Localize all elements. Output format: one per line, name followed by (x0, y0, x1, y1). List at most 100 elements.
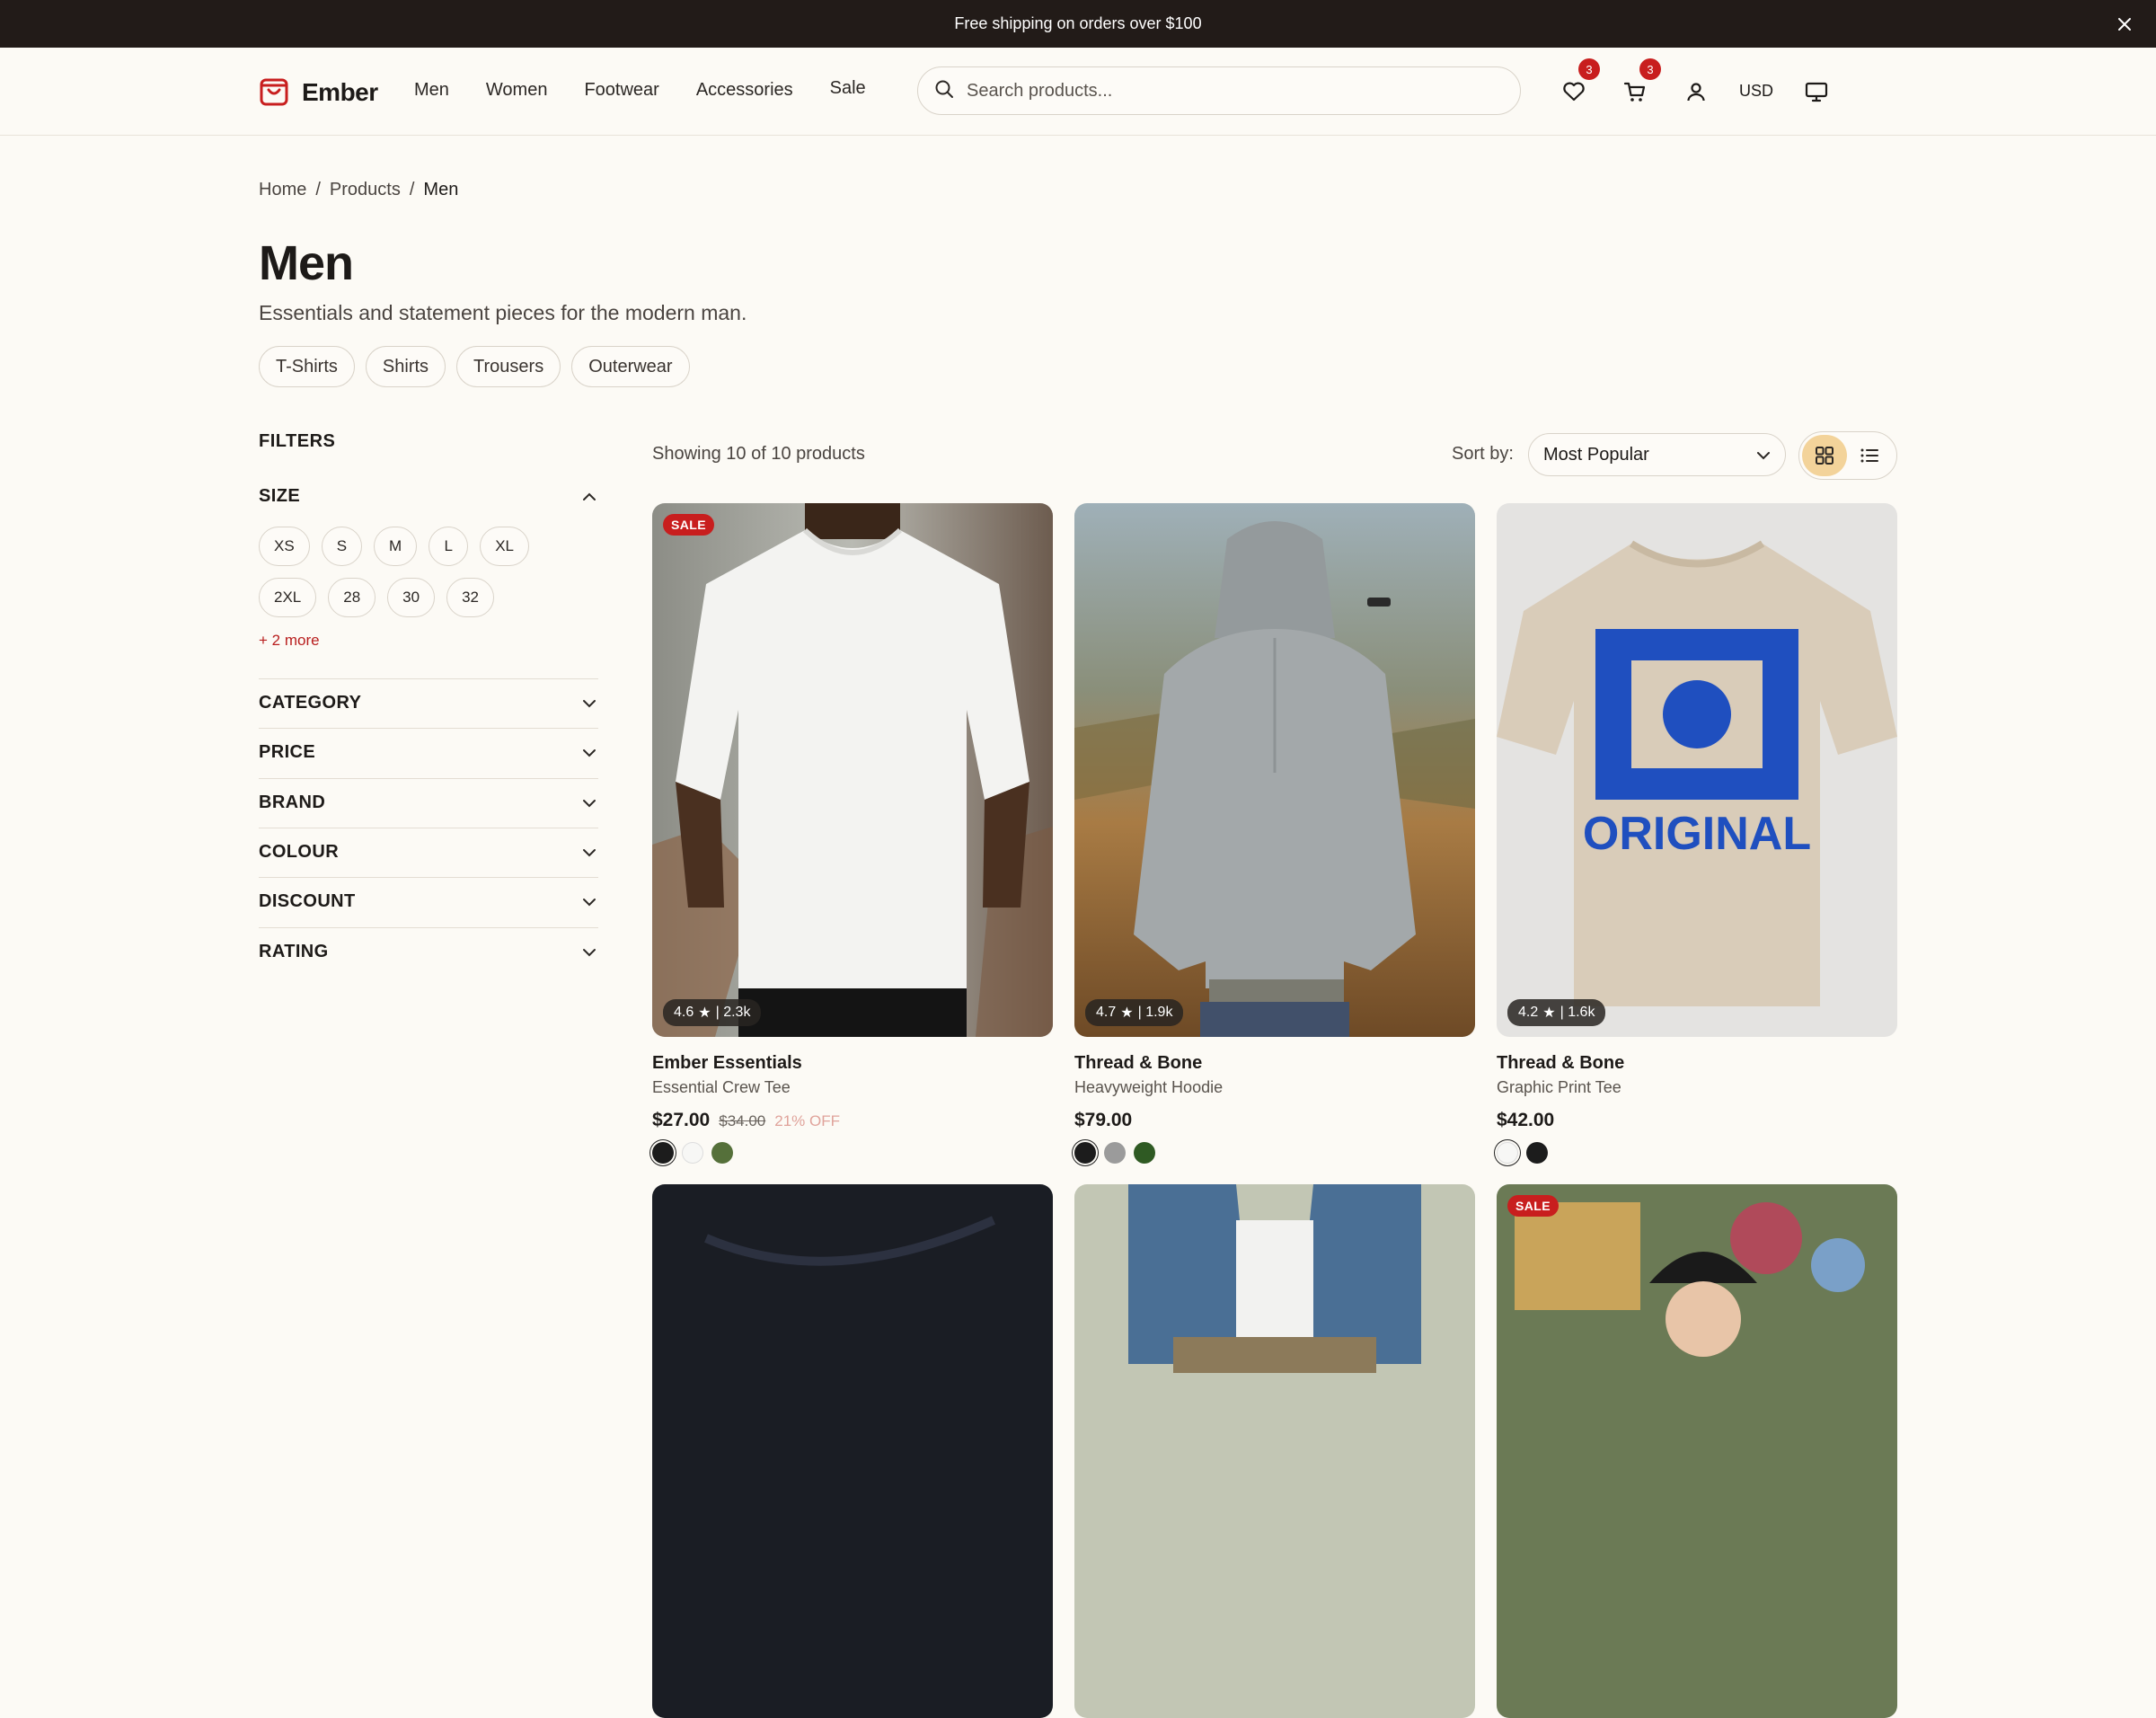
color-swatch[interactable] (711, 1142, 733, 1164)
product-image[interactable]: 4.7 ★ | 1.9k (1074, 503, 1475, 1037)
sort-label: Sort by: (1452, 444, 1514, 464)
filter-brand-label: BRAND (259, 793, 326, 812)
breadcrumb-separator: / (315, 180, 321, 199)
size-option[interactable]: 28 (328, 578, 376, 617)
wishlist-count-badge: 3 (1578, 58, 1600, 80)
list-view-button[interactable] (1847, 435, 1892, 476)
product-image[interactable]: SALE 4.6 ★ | 2.3k (652, 503, 1053, 1037)
rating-badge: 4.6 ★ | 2.3k (663, 999, 762, 1026)
chevron-down-icon (580, 695, 598, 713)
grid-view-button[interactable] (1802, 435, 1847, 476)
site-header: Ember Men Women Footwear Accessories Sal… (0, 48, 2156, 136)
sort-select[interactable]: Most Popular (1528, 433, 1786, 476)
page-title: Men (259, 236, 354, 290)
size-option[interactable]: XS (259, 527, 310, 566)
rating-badge: 4.7 ★ | 1.9k (1085, 999, 1184, 1026)
size-option[interactable]: 32 (446, 578, 495, 617)
filter-category-label: CATEGORY (259, 693, 362, 713)
filter-colour[interactable]: COLOUR (259, 828, 598, 877)
filter-price[interactable]: PRICE (259, 728, 598, 777)
product-name[interactable]: Heavyweight Hoodie (1074, 1078, 1475, 1097)
wishlist-button[interactable]: 3 (1559, 58, 1600, 107)
size-option[interactable]: 30 (387, 578, 436, 617)
more-sizes-link[interactable]: + 2 more (259, 632, 320, 650)
size-option[interactable]: M (374, 527, 418, 566)
product-card[interactable] (1074, 1184, 1475, 1718)
currency-selector[interactable]: USD (1739, 82, 1773, 101)
nav-sale[interactable]: Sale (830, 78, 866, 99)
color-swatch[interactable] (1134, 1142, 1155, 1164)
product-image[interactable] (652, 1184, 1053, 1718)
list-icon (1860, 448, 1878, 463)
chip-shirts[interactable]: Shirts (365, 346, 446, 387)
account-icon[interactable] (1681, 76, 1711, 107)
product-brand: Thread & Bone (1497, 1053, 1625, 1073)
breadcrumb-current: Men (423, 180, 459, 199)
nav-accessories[interactable]: Accessories (696, 80, 793, 101)
filter-colour-label: COLOUR (259, 842, 340, 862)
rating-value: 4.2 (1518, 1005, 1539, 1020)
cart-button[interactable]: 3 (1620, 58, 1661, 107)
product-prices: $27.00 $34.00 21% OFF (652, 1110, 1053, 1131)
product-name[interactable]: Graphic Print Tee (1497, 1078, 1897, 1097)
filter-price-label: PRICE (259, 742, 316, 762)
size-option[interactable]: S (321, 527, 363, 566)
product-brand: Thread & Bone (1074, 1053, 1203, 1073)
logo[interactable]: Ember (259, 73, 378, 111)
color-swatch[interactable] (1497, 1142, 1518, 1164)
promo-banner: Free shipping on orders over $100 (0, 0, 2156, 48)
product-image[interactable]: SALE (1497, 1184, 1897, 1718)
chevron-down-icon (580, 744, 598, 762)
color-swatch[interactable] (682, 1142, 703, 1164)
color-swatch[interactable] (1074, 1142, 1096, 1164)
breadcrumb-home[interactable]: Home (259, 180, 306, 200)
filter-size-label: SIZE (259, 486, 301, 506)
review-count: | 2.3k (715, 1005, 751, 1020)
product-price: $42.00 (1497, 1110, 1555, 1130)
star-icon: ★ (698, 1005, 711, 1021)
size-option[interactable]: XL (480, 527, 529, 566)
star-icon: ★ (1542, 1005, 1556, 1021)
monitor-icon[interactable] (1801, 76, 1832, 107)
product-card[interactable]: SALE (1497, 1184, 1897, 1718)
nav-footwear[interactable]: Footwear (584, 80, 658, 101)
close-icon[interactable] (2113, 13, 2136, 36)
color-swatch[interactable] (1526, 1142, 1548, 1164)
chip-outerwear[interactable]: Outerwear (571, 346, 690, 387)
color-swatch[interactable] (652, 1142, 674, 1164)
color-swatch[interactable] (1104, 1142, 1126, 1164)
product-card[interactable]: ORIGINAL 4.2 ★ | 1.6k Thread & Bone Grap… (1497, 503, 1897, 1164)
filter-rating[interactable]: RATING (259, 927, 598, 977)
chevron-up-icon (580, 488, 598, 506)
sort-value: Most Popular (1543, 444, 1649, 465)
product-image[interactable]: ORIGINAL 4.2 ★ | 1.6k (1497, 503, 1897, 1037)
filter-category[interactable]: CATEGORY (259, 678, 598, 728)
grid-icon (1816, 447, 1833, 465)
filter-discount[interactable]: DISCOUNT (259, 877, 598, 926)
subcategory-chips: T-Shirts Shirts Trousers Outerwear (259, 346, 690, 387)
search-bar[interactable] (917, 66, 1521, 115)
rating-value: 4.6 (674, 1005, 694, 1020)
product-price: $27.00 (652, 1110, 711, 1130)
chip-trousers[interactable]: Trousers (456, 346, 561, 387)
svg-text:ORIGINAL: ORIGINAL (1583, 808, 1811, 860)
chip-t-shirts[interactable]: T-Shirts (259, 346, 355, 387)
product-card[interactable] (652, 1184, 1053, 1718)
breadcrumb-separator: / (409, 180, 415, 199)
nav-men[interactable]: Men (414, 80, 449, 101)
product-name[interactable]: Essential Crew Tee (652, 1078, 1053, 1097)
filter-brand[interactable]: BRAND (259, 778, 598, 828)
product-card[interactable]: SALE 4.6 ★ | 2.3k Ember Essentials Essen… (652, 503, 1053, 1164)
product-image[interactable] (1074, 1184, 1475, 1718)
search-input[interactable] (967, 80, 1470, 102)
nav-women[interactable]: Women (486, 80, 548, 101)
size-option[interactable]: L (429, 527, 469, 566)
main-nav: Men Women Footwear Accessories Sale (414, 78, 903, 101)
chevron-down-icon (580, 794, 598, 812)
breadcrumb: Home / Products / Men (259, 180, 458, 200)
size-options: XS S M L XL 2XL 28 30 32 (259, 527, 598, 617)
size-option[interactable]: 2XL (259, 578, 317, 617)
product-card[interactable]: 4.7 ★ | 1.9k Thread & Bone Heavyweight H… (1074, 503, 1475, 1164)
breadcrumb-products[interactable]: Products (330, 180, 401, 200)
filter-size-toggle[interactable]: SIZE (259, 472, 598, 521)
